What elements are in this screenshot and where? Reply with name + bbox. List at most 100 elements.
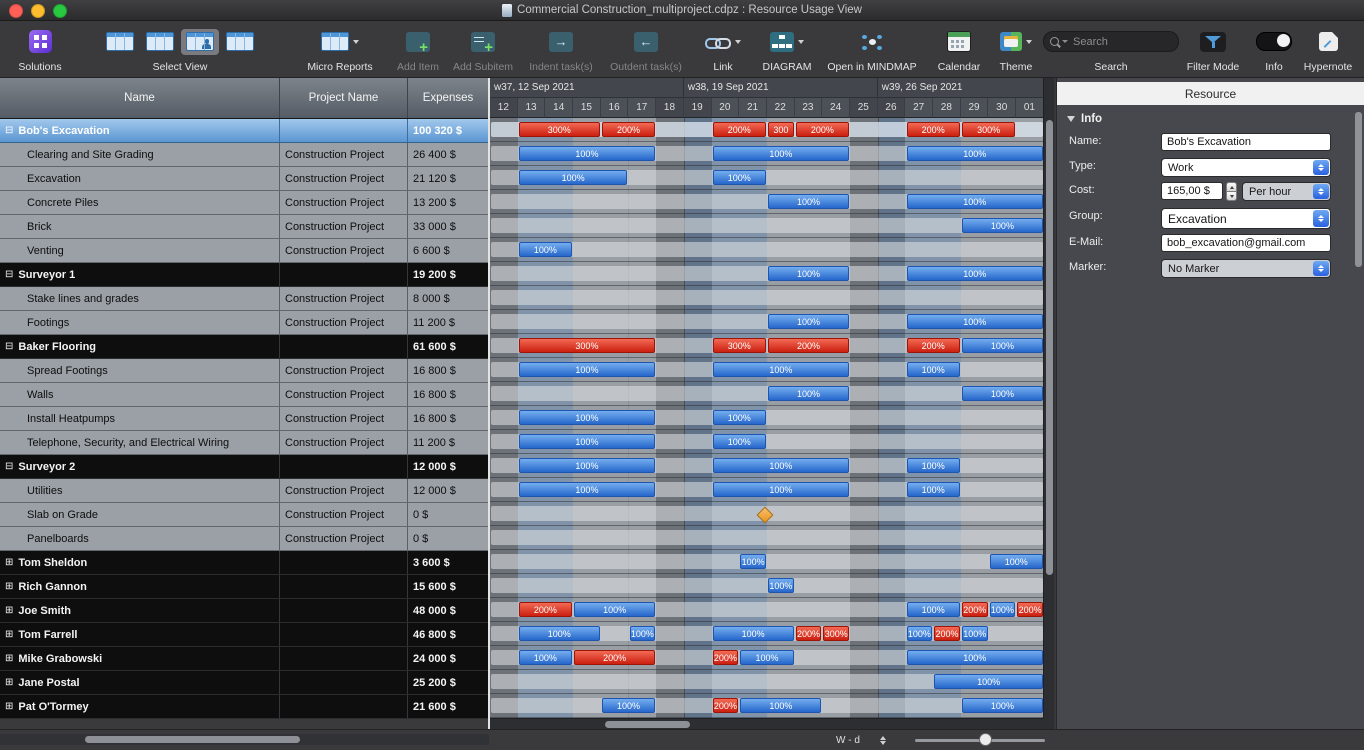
cost-unit-select[interactable]: Per hour	[1242, 182, 1331, 201]
expand-icon[interactable]: ⊞	[5, 653, 13, 664]
close-button[interactable]	[9, 4, 23, 18]
table-row[interactable]: Spread FootingsConstruction Project16 80…	[0, 359, 488, 383]
toolbar-add-subitem[interactable]: Add Subitem	[450, 23, 516, 73]
zoom-slider[interactable]	[915, 730, 1045, 750]
usage-bar[interactable]: 200%	[713, 650, 739, 665]
usage-bar[interactable]: 100%	[740, 554, 766, 569]
zoom-button[interactable]	[53, 4, 67, 18]
usage-bar[interactable]: 100%	[990, 554, 1043, 569]
name-field[interactable]	[1161, 133, 1331, 151]
expand-icon[interactable]: ⊞	[5, 701, 13, 712]
usage-bar[interactable]: 100%	[768, 578, 794, 593]
table-row[interactable]: Install HeatpumpsConstruction Project16 …	[0, 407, 488, 431]
expand-icon[interactable]: ⊞	[5, 677, 13, 688]
search-input[interactable]	[1071, 35, 1172, 49]
table-row[interactable]: ⊞Joe Smith48 000 $	[0, 599, 488, 623]
slider-knob[interactable]	[979, 733, 992, 746]
usage-bar[interactable]: 100%	[519, 434, 656, 449]
collapse-icon[interactable]: ⊟	[5, 461, 13, 472]
usage-bar[interactable]: 100%	[519, 242, 572, 257]
toolbar-hypernote[interactable]: Hypernote	[1298, 23, 1358, 73]
usage-bar[interactable]: 100%	[768, 386, 849, 401]
toolbar-add-item[interactable]: Add Item	[392, 23, 444, 73]
usage-bar[interactable]: 200%	[713, 122, 766, 137]
expand-icon[interactable]: ⊞	[5, 605, 13, 616]
zoom-stepper[interactable]	[877, 733, 889, 748]
usage-bar[interactable]: 200%	[934, 626, 960, 641]
table-row[interactable]: ⊞Tom Sheldon3 600 $	[0, 551, 488, 575]
toolbar-info[interactable]: Info	[1254, 23, 1294, 73]
usage-bar[interactable]: 100%	[740, 698, 821, 713]
toolbar-calendar[interactable]: Calendar	[932, 23, 986, 73]
usage-bar[interactable]: 300%	[519, 338, 656, 353]
usage-bar[interactable]: 200%	[1017, 602, 1043, 617]
usage-bar[interactable]: 100%	[519, 458, 656, 473]
marker-select[interactable]: No Marker	[1161, 259, 1331, 278]
table-row[interactable]: Concrete PilesConstruction Project13 200…	[0, 191, 488, 215]
table-row[interactable]: ⊞Jane Postal25 200 $	[0, 671, 488, 695]
table-row[interactable]: Clearing and Site GradingConstruction Pr…	[0, 143, 488, 167]
table-row[interactable]: UtilitiesConstruction Project12 000 $	[0, 479, 488, 503]
usage-bar[interactable]: 100%	[768, 266, 849, 281]
column-header-expenses[interactable]: Expenses	[408, 78, 488, 118]
email-field[interactable]	[1161, 234, 1331, 252]
usage-bar[interactable]: 100%	[907, 458, 960, 473]
expand-icon[interactable]: ⊞	[5, 557, 13, 568]
usage-bar[interactable]: 100%	[768, 194, 849, 209]
usage-bar[interactable]: 100%	[713, 410, 766, 425]
usage-bar[interactable]: 100%	[907, 626, 933, 641]
usage-bar[interactable]: 100%	[519, 410, 656, 425]
usage-bar[interactable]: 200%	[519, 602, 572, 617]
table-row[interactable]: Slab on GradeConstruction Project0 $	[0, 503, 488, 527]
toolbar-solutions[interactable]: Solutions	[8, 23, 72, 73]
minimize-button[interactable]	[31, 4, 45, 18]
column-header-name[interactable]: Name	[0, 78, 280, 118]
usage-bar[interactable]: 100%	[713, 458, 850, 473]
usage-bar[interactable]: 100%	[713, 626, 794, 641]
usage-bar[interactable]: 100%	[934, 674, 1043, 689]
cost-stepper[interactable]	[1226, 182, 1237, 201]
table-row[interactable]: BrickConstruction Project33 000 $	[0, 215, 488, 239]
usage-bar[interactable]: 100%	[713, 362, 850, 377]
usage-bar[interactable]: 100%	[907, 146, 1044, 161]
usage-bar[interactable]: 100%	[602, 698, 655, 713]
view-columns-icon[interactable]	[221, 29, 259, 55]
table-row[interactable]: ⊞Rich Gannon15 600 $	[0, 575, 488, 599]
usage-bar[interactable]: 100%	[574, 602, 655, 617]
usage-bar[interactable]: 300%	[519, 122, 600, 137]
table-row[interactable]: Stake lines and gradesConstruction Proje…	[0, 287, 488, 311]
toolbar-filter-mode[interactable]: Filter Mode	[1184, 23, 1242, 73]
usage-bar[interactable]: 100%	[962, 218, 1043, 233]
view-gantt-icon[interactable]	[101, 29, 139, 55]
inspector-scrollbar[interactable]	[1355, 112, 1362, 267]
table-row[interactable]: ⊟Surveyor 212 000 $	[0, 455, 488, 479]
usage-bar[interactable]: 100%	[519, 362, 656, 377]
usage-bar[interactable]: 100%	[630, 626, 656, 641]
chart-vertical-scrollbar[interactable]	[1043, 78, 1054, 730]
usage-bar[interactable]: 100%	[768, 314, 849, 329]
usage-bar[interactable]: 200%	[796, 626, 822, 641]
usage-bar[interactable]: 100%	[713, 434, 766, 449]
usage-bar[interactable]: 100%	[962, 626, 988, 641]
usage-bar[interactable]: 200%	[796, 122, 849, 137]
collapse-icon[interactable]: ⊟	[5, 341, 13, 352]
usage-bar[interactable]: 200%	[907, 338, 960, 353]
expand-icon[interactable]: ⊞	[5, 581, 13, 592]
disclosure-triangle-icon[interactable]	[1067, 116, 1075, 122]
usage-bar[interactable]: 100%	[713, 146, 850, 161]
table-horizontal-scrollbar[interactable]	[0, 734, 489, 745]
type-select[interactable]: Work	[1161, 158, 1331, 177]
toolbar-open-in-mindmap[interactable]: Open in MINDMAP	[826, 23, 918, 73]
scrollbar-thumb[interactable]	[1046, 120, 1053, 575]
group-select[interactable]: Excavation	[1161, 208, 1331, 229]
table-row[interactable]: VentingConstruction Project6 600 $	[0, 239, 488, 263]
toolbar-indent-task[interactable]: → Indent task(s)	[526, 23, 596, 73]
usage-bar[interactable]: 100%	[907, 194, 1044, 209]
usage-bar[interactable]: 300%	[962, 122, 1015, 137]
usage-bar[interactable]: 100%	[962, 386, 1043, 401]
table-row[interactable]: FootingsConstruction Project11 200 $	[0, 311, 488, 335]
table-row[interactable]: ⊞Mike Grabowski24 000 $	[0, 647, 488, 671]
table-row[interactable]: Telephone, Security, and Electrical Wiri…	[0, 431, 488, 455]
usage-bar[interactable]: 100%	[962, 698, 1043, 713]
search-box[interactable]	[1043, 31, 1179, 52]
